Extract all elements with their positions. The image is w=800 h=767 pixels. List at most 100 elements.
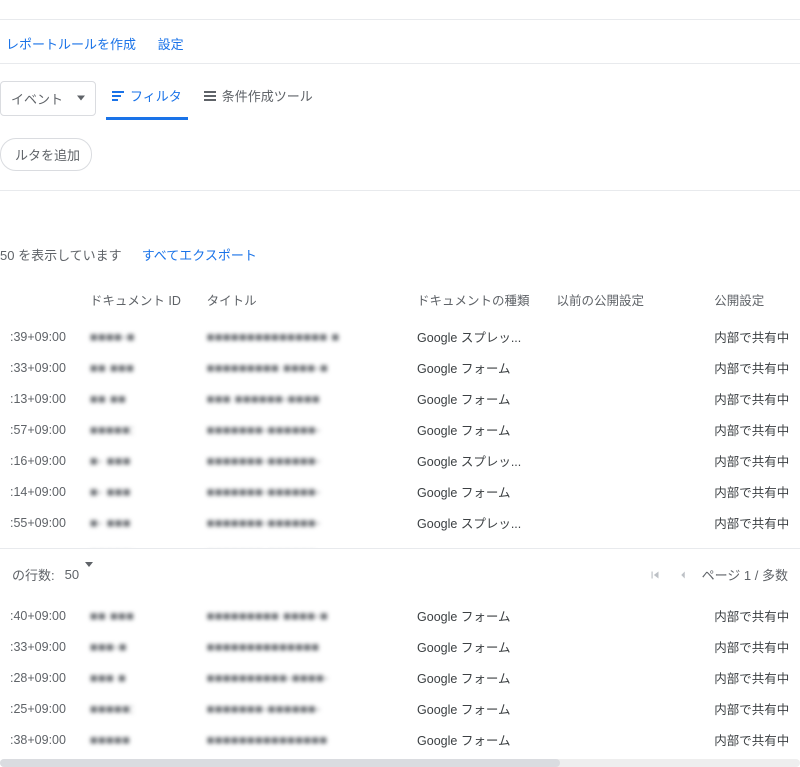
cell-title: ■■■■■■■■■ ■■■■-■ bbox=[197, 352, 407, 383]
cell-doc-id: ■- ■■■ bbox=[80, 507, 197, 538]
table-row[interactable]: :16+09:00■- ■■■■■■■■■■-■■■■■■-Google スプレ… bbox=[0, 445, 800, 476]
cell-doc-id: ■■ ■■■ bbox=[80, 600, 197, 631]
filter-tab-label: フィルタ bbox=[130, 86, 182, 105]
cell-doc-type: Google フォーム bbox=[407, 724, 546, 755]
rows-per-page-label: の行数: bbox=[12, 565, 55, 584]
cell-doc-id: ■■■■■: bbox=[80, 693, 197, 724]
cell-visibility: 内部で共有中 bbox=[704, 352, 800, 383]
showing-count-text: 50 を表示しています bbox=[0, 245, 122, 264]
results-table-wrap[interactable]: ドキュメント ID タイトル ドキュメントの種類 以前の公開設定 公開設定 :3… bbox=[0, 282, 800, 767]
cell-doc-id: ■■ ■■ bbox=[80, 383, 197, 414]
cell-doc-id: ■■■ ■ bbox=[80, 662, 197, 693]
cell-doc-id: ■■■■■ bbox=[80, 724, 197, 755]
col-doc-id[interactable]: ドキュメント ID bbox=[80, 282, 197, 321]
chevron-down-icon bbox=[85, 562, 93, 582]
cell-doc-type: Google フォーム bbox=[407, 631, 546, 662]
table-row[interactable]: :13+09:00■■ ■■■■■ ■■■■■■-■■■■Google フォーム… bbox=[0, 383, 800, 414]
col-doc-type[interactable]: ドキュメントの種類 bbox=[407, 282, 546, 321]
cell-visibility: 内部で共有中 bbox=[704, 662, 800, 693]
cell-title: ■■■■■■■■■■-■■■■- bbox=[197, 662, 407, 693]
cell-doc-type: Google フォーム bbox=[407, 662, 546, 693]
cell-doc-type: Google フォーム bbox=[407, 693, 546, 724]
cell-prev-visibility bbox=[546, 600, 704, 631]
cell-title: ■■■■■■■■■■■■■■ bbox=[197, 631, 407, 662]
table-row[interactable]: :14+09:00■- ■■■■■■■■■■-■■■■■■-Google フォー… bbox=[0, 476, 800, 507]
cell-prev-visibility bbox=[546, 693, 704, 724]
create-report-rule-link[interactable]: レポートルールを作成 bbox=[6, 37, 136, 52]
col-visibility[interactable]: 公開設定 bbox=[704, 282, 800, 321]
cell-prev-visibility bbox=[546, 445, 704, 476]
cell-title: ■■■■■■■■■■■■■■■ bbox=[197, 724, 407, 755]
condition-icon bbox=[204, 91, 216, 101]
cell-visibility: 内部で共有中 bbox=[704, 631, 800, 662]
cell-visibility: 内部で共有中 bbox=[704, 383, 800, 414]
scrollbar-thumb[interactable] bbox=[0, 759, 560, 767]
filter-chip-row: ルタを追加 bbox=[0, 120, 800, 191]
table-row[interactable]: :33+09:00■■ ■■■■■■■■■■■■ ■■■■-■Google フォ… bbox=[0, 352, 800, 383]
export-all-link[interactable]: すべてエクスポート bbox=[142, 245, 257, 264]
table-row[interactable]: :33+09:00■■■-■■■■■■■■■■■■■■■Google フォーム内… bbox=[0, 631, 800, 662]
cell-doc-type: Google フォーム bbox=[407, 600, 546, 631]
cell-time: :33+09:00 bbox=[0, 352, 80, 383]
table-header-row: ドキュメント ID タイトル ドキュメントの種類 以前の公開設定 公開設定 bbox=[0, 282, 800, 321]
cell-prev-visibility bbox=[546, 383, 704, 414]
cell-title: ■■■■■■■-■■■■■■- bbox=[197, 693, 407, 724]
cell-time: :13+09:00 bbox=[0, 383, 80, 414]
cell-time: :14+09:00 bbox=[0, 476, 80, 507]
filter-icon bbox=[112, 91, 124, 101]
cell-time: :40+09:00 bbox=[0, 600, 80, 631]
col-prev-visibility[interactable]: 以前の公開設定 bbox=[546, 282, 704, 321]
cell-visibility: 内部で共有中 bbox=[704, 693, 800, 724]
cell-prev-visibility bbox=[546, 476, 704, 507]
rows-per-page-select[interactable]: 50 bbox=[65, 567, 93, 582]
event-dropdown[interactable]: イベント bbox=[0, 81, 96, 116]
prev-page-button[interactable] bbox=[674, 566, 692, 584]
horizontal-scrollbar[interactable] bbox=[0, 759, 800, 767]
cell-title: ■■■■■■■■■ ■■■■-■ bbox=[197, 600, 407, 631]
cell-visibility: 内部で共有中 bbox=[704, 414, 800, 445]
condition-builder-tab[interactable]: 条件作成ツール bbox=[198, 76, 319, 120]
table-row[interactable]: :28+09:00■■■ ■■■■■■■■■■■-■■■■-Google フォー… bbox=[0, 662, 800, 693]
table-row[interactable]: :55+09:00■- ■■■■■■■■■■-■■■■■■-Google スプレ… bbox=[0, 507, 800, 538]
cell-prev-visibility bbox=[546, 662, 704, 693]
table-row[interactable]: :38+09:00■■■■■■■■■■■■■■■■■■■■Google フォーム… bbox=[0, 724, 800, 755]
cell-visibility: 内部で共有中 bbox=[704, 476, 800, 507]
cell-doc-type: Google フォーム bbox=[407, 414, 546, 445]
cell-visibility: 内部で共有中 bbox=[704, 507, 800, 538]
first-page-button[interactable] bbox=[646, 566, 664, 584]
cell-title: ■■■■■■■■■■■■■■■ ■ bbox=[197, 321, 407, 352]
cell-doc-id: ■- ■■■ bbox=[80, 476, 197, 507]
table-row[interactable]: :25+09:00■■■■■:■■■■■■■-■■■■■■-Google フォー… bbox=[0, 693, 800, 724]
cell-doc-type: Google スプレッ... bbox=[407, 507, 546, 538]
filter-tab[interactable]: フィルタ bbox=[106, 76, 188, 120]
cell-prev-visibility bbox=[546, 414, 704, 445]
cell-prev-visibility bbox=[546, 724, 704, 755]
cell-visibility: 内部で共有中 bbox=[704, 445, 800, 476]
cell-time: :16+09:00 bbox=[0, 445, 80, 476]
cell-doc-type: Google スプレッ... bbox=[407, 321, 546, 352]
page-indicator: ページ 1 / 多数 bbox=[702, 565, 788, 584]
add-filter-chip[interactable]: ルタを追加 bbox=[0, 138, 92, 171]
cell-title: ■■■■■■■-■■■■■■- bbox=[197, 414, 407, 445]
cell-visibility: 内部で共有中 bbox=[704, 724, 800, 755]
cell-visibility: 内部で共有中 bbox=[704, 321, 800, 352]
table-row[interactable]: :57+09:00■■■■■:■■■■■■■-■■■■■■-Google フォー… bbox=[0, 414, 800, 445]
cell-doc-type: Google スプレッ... bbox=[407, 445, 546, 476]
settings-link[interactable]: 設定 bbox=[158, 37, 184, 52]
rows-per-page-value: 50 bbox=[65, 567, 79, 582]
table-row[interactable]: :39+09:00■■■■-■■■■■■■■■■■■■■■■ ■Google ス… bbox=[0, 321, 800, 352]
col-title[interactable]: タイトル bbox=[197, 282, 407, 321]
cell-doc-id: ■■■■■: bbox=[80, 414, 197, 445]
cell-prev-visibility bbox=[546, 631, 704, 662]
cell-doc-id: ■■■■-■ bbox=[80, 321, 197, 352]
cell-title: ■■■■■■■-■■■■■■- bbox=[197, 445, 407, 476]
cell-doc-id: ■■ ■■■ bbox=[80, 352, 197, 383]
chevron-down-icon bbox=[77, 96, 85, 101]
cell-doc-id: ■■■-■ bbox=[80, 631, 197, 662]
cell-doc-type: Google フォーム bbox=[407, 476, 546, 507]
pagination-footer: の行数: 50 ページ 1 / 多数 bbox=[0, 548, 800, 600]
col-time[interactable] bbox=[0, 282, 80, 321]
cell-time: :39+09:00 bbox=[0, 321, 80, 352]
table-row[interactable]: :40+09:00■■ ■■■■■■■■■■■■ ■■■■-■Google フォ… bbox=[0, 600, 800, 631]
cell-time: :57+09:00 bbox=[0, 414, 80, 445]
